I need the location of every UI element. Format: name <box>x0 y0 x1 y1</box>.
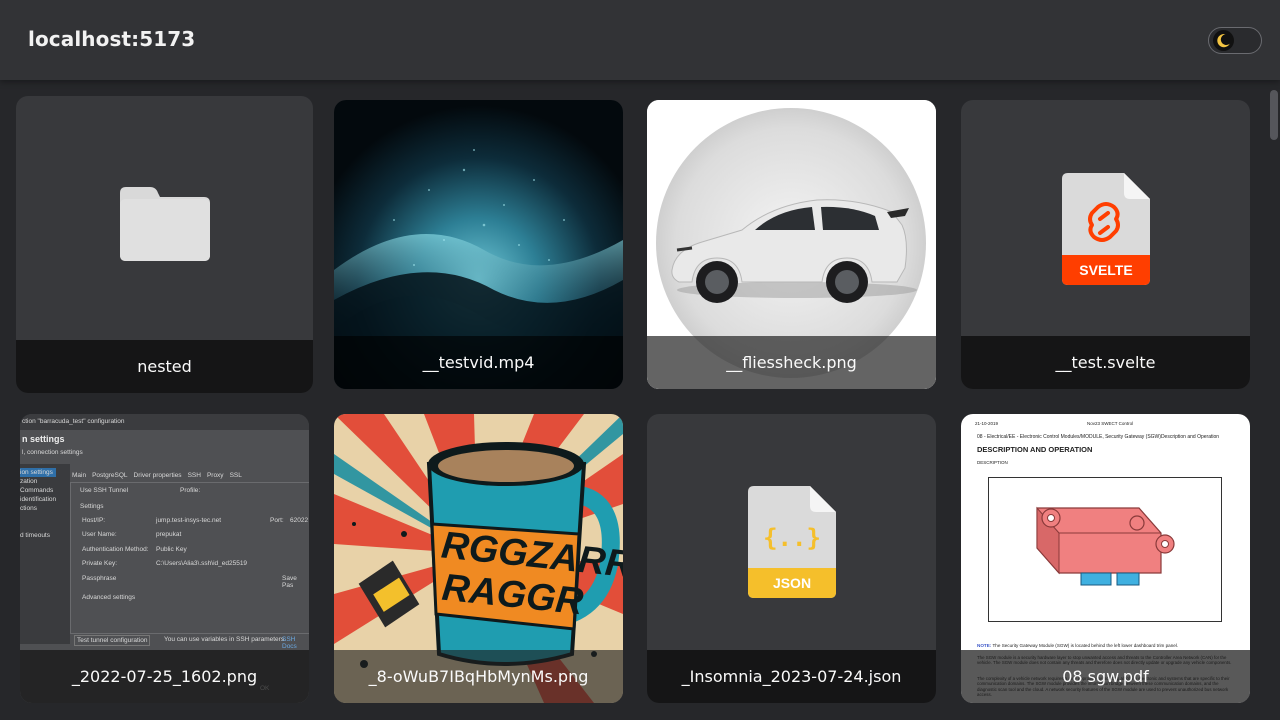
app-header: localhost:5173 <box>0 0 1280 80</box>
folder-icon <box>119 187 210 261</box>
file-name: __testvid.mp4 <box>334 336 623 389</box>
pdf-figure <box>988 477 1222 622</box>
thumb-sidebar-2: Commands <box>20 487 54 494</box>
json-badge: JSON <box>772 575 810 591</box>
pdf-note-label: NOTE: <box>977 643 992 648</box>
json-file-icon: {..} JSON <box>747 486 836 598</box>
host-title: localhost:5173 <box>28 27 196 51</box>
file-card-testvid[interactable]: __testvid.mp4 <box>334 100 623 389</box>
file-card-test-svelte[interactable]: SVELTE __test.svelte <box>961 100 1250 389</box>
thumb-user-value: prepukat <box>156 531 182 538</box>
thumb-pass-label: Passphrase <box>82 575 117 582</box>
thumb-profile: Profile: <box>180 487 201 494</box>
thumb-key-label: Private Key: <box>82 560 118 567</box>
svg-text:{..}: {..} <box>763 524 821 552</box>
scrollbar[interactable] <box>1268 84 1280 720</box>
thumb-save-pass: Save Pas <box>282 575 297 589</box>
file-card-mug[interactable]: RGGZARR RAGGR _8-oWuB7IBqHbMynMs.png <box>334 414 623 703</box>
thumb-link: SSH Docs <box>282 636 297 650</box>
file-name: __fliessheck.png <box>647 336 936 389</box>
thumb-host-label: Host/IP: <box>82 517 106 524</box>
thumb-auth-label: Authentication Method: <box>82 546 149 553</box>
pdf-header-center: Nov23 SWECT Control <box>1087 421 1134 426</box>
pdf-subheading: DESCRIPTION <box>977 460 1008 465</box>
pdf-breadcrumb: 08 - Electrical/EE - Electronic Control … <box>977 434 1220 440</box>
file-card-nested[interactable]: nested <box>16 96 313 393</box>
thumb-settings: Settings <box>80 503 104 510</box>
file-name: __test.svelte <box>961 336 1250 389</box>
thumb-sidebar-1: zation <box>20 478 38 485</box>
thumb-test-tunnel: Test tunnel configuration <box>74 635 151 646</box>
file-card-screenshot[interactable]: ction "barracuda_test" configuration n s… <box>20 414 309 703</box>
file-name: _2022-07-25_1602.png <box>20 650 309 703</box>
moon-icon <box>1217 34 1230 48</box>
file-name: 08 sgw.pdf <box>961 650 1250 703</box>
thumb-port-value: 62022 <box>290 517 309 524</box>
thumb-title: ction "barracuda_test" configuration <box>22 418 125 425</box>
thumb-tab-3: SSH <box>187 472 201 479</box>
file-card-sgw-pdf[interactable]: 21-10-2019 Nov23 SWECT Control 08 - Elec… <box>961 414 1250 703</box>
toggle-knob <box>1213 30 1234 51</box>
thumb-port-label: Port: <box>270 517 284 524</box>
thumb-heading: n settings <box>22 434 65 444</box>
thumb-auth-value: Public Key <box>156 546 187 553</box>
thumb-tab-0: Main <box>72 472 87 479</box>
thumb-host-value: jump.test-insys-tec.net <box>156 517 222 524</box>
theme-toggle[interactable] <box>1208 27 1262 54</box>
thumb-user-label: User Name: <box>82 531 117 538</box>
thumb-sidebar-5: d timeouts <box>20 532 50 539</box>
module-illustration <box>1036 506 1175 586</box>
file-name: nested <box>16 340 313 393</box>
pdf-heading: DESCRIPTION AND OPERATION <box>977 445 1093 454</box>
file-name: _8-oWuB7IBqHbMynMs.png <box>334 650 623 703</box>
thumb-tab-5: SSL <box>229 472 242 479</box>
svelte-badge: SVELTE <box>1079 262 1132 278</box>
thumb-key-value: C:\Users\Alia3\.ssh\id_ed25519 <box>156 560 248 567</box>
thumb-tab-1: PostgreSQL <box>92 472 128 479</box>
thumb-subheading: l, connection settings <box>22 449 83 456</box>
file-card-insomnia-json[interactable]: {..} JSON _Insomnia_2023-07-24.json <box>647 414 936 703</box>
file-name: _Insomnia_2023-07-24.json <box>647 650 936 703</box>
file-card-fliessheck[interactable]: __fliessheck.png <box>647 100 936 389</box>
thumb-sidebar-0: ion settings <box>20 468 57 477</box>
svelte-file-icon: SVELTE <box>1061 173 1150 285</box>
thumb-advanced: Advanced settings <box>82 594 136 601</box>
thumb-hint: You can use variables in SSH parameters. <box>164 636 286 643</box>
thumb-sidebar-3: identification <box>20 496 57 503</box>
scrollbar-thumb[interactable] <box>1270 90 1278 140</box>
thumb-tab-2: Driver properties <box>133 472 182 479</box>
thumb-tab-4: Proxy <box>206 472 224 479</box>
thumb-use-ssh: Use SSH Tunnel <box>80 487 129 494</box>
pdf-date: 21-10-2019 <box>975 421 999 426</box>
pdf-note-text: The Security Gateway Module (SGW) is loc… <box>992 643 1179 648</box>
pdf-note: NOTE: The Security Gateway Module (SGW) … <box>977 643 1239 648</box>
thumb-sidebar-4: ctions <box>20 505 37 512</box>
